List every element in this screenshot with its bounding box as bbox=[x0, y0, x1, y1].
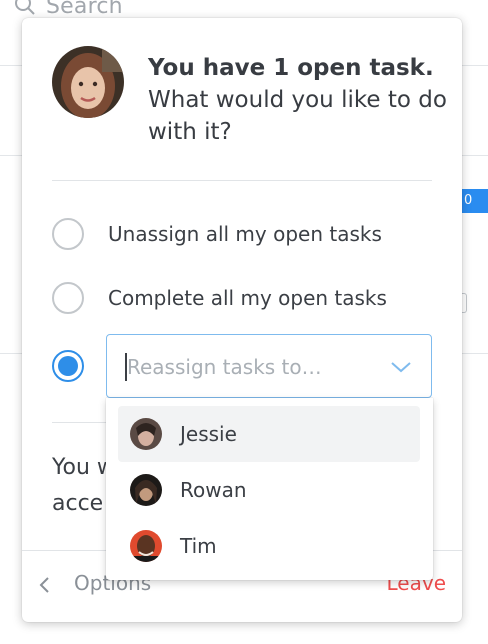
radio-complete[interactable] bbox=[52, 282, 84, 314]
chevron-down-icon[interactable] bbox=[389, 355, 413, 379]
option-reassign[interactable] bbox=[52, 348, 84, 384]
background-badge: 0 bbox=[458, 189, 488, 213]
dialog-title: You have 1 open task. bbox=[148, 55, 434, 81]
dropdown-item-tim[interactable]: Tim bbox=[118, 518, 420, 574]
reassign-placeholder: Reassign tasks to… bbox=[127, 355, 322, 379]
partial-text-line: You w bbox=[52, 455, 112, 480]
page: Search 0 You have 1 open task. What woul… bbox=[0, 0, 488, 644]
search-icon bbox=[15, 0, 35, 15]
avatar bbox=[130, 530, 162, 562]
dialog-subtitle: What would you like to do with it? bbox=[148, 87, 447, 145]
chevron-left-icon[interactable] bbox=[36, 573, 54, 597]
partial-text: You w acce bbox=[52, 450, 112, 522]
avatar bbox=[130, 474, 162, 506]
dropdown-item-name: Rowan bbox=[180, 478, 247, 502]
option-unassign[interactable]: Unassign all my open tasks bbox=[52, 216, 382, 252]
option-complete[interactable]: Complete all my open tasks bbox=[52, 280, 387, 316]
dialog-heading: You have 1 open task. What would you lik… bbox=[148, 52, 448, 148]
user-avatar bbox=[52, 46, 124, 118]
assignee-dropdown: Jessie Rowan Tim bbox=[106, 398, 433, 580]
option-label: Complete all my open tasks bbox=[108, 286, 387, 310]
avatar bbox=[130, 418, 162, 450]
radio-unassign[interactable] bbox=[52, 218, 84, 250]
dropdown-item-jessie[interactable]: Jessie bbox=[118, 406, 420, 462]
option-label: Unassign all my open tasks bbox=[108, 222, 382, 246]
heading-divider bbox=[52, 180, 432, 181]
reassign-select[interactable]: Reassign tasks to… bbox=[106, 334, 432, 398]
dropdown-item-name: Jessie bbox=[180, 422, 237, 446]
search-placeholder: Search bbox=[46, 0, 123, 19]
partial-text-line: acce bbox=[52, 491, 104, 516]
dropdown-item-rowan[interactable]: Rowan bbox=[118, 462, 420, 518]
dropdown-item-name: Tim bbox=[180, 534, 217, 558]
radio-reassign[interactable] bbox=[52, 350, 84, 382]
